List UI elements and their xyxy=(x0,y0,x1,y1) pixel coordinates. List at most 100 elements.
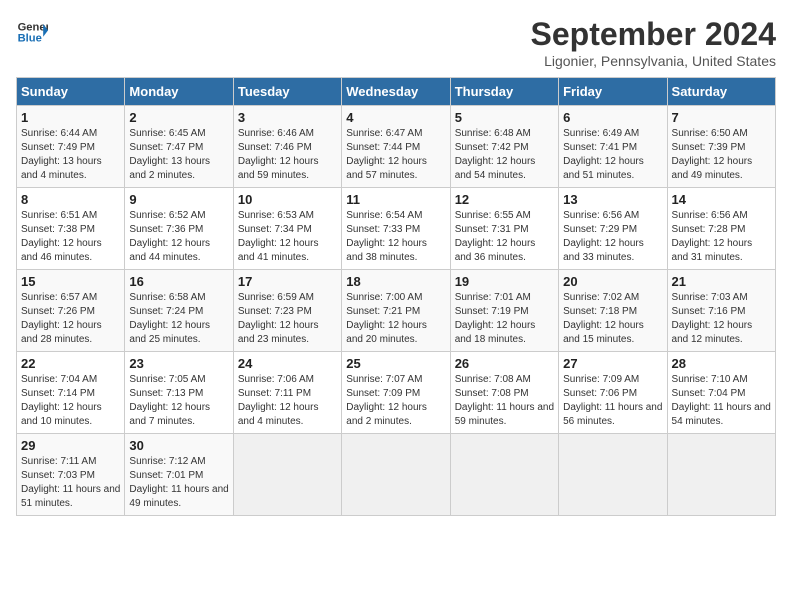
calendar-cell: 29 Sunrise: 7:11 AMSunset: 7:03 PMDaylig… xyxy=(17,434,125,516)
calendar-cell: 8 Sunrise: 6:51 AMSunset: 7:38 PMDayligh… xyxy=(17,188,125,270)
calendar-cell xyxy=(667,434,775,516)
day-info: Sunrise: 7:08 AMSunset: 7:08 PMDaylight:… xyxy=(455,374,554,427)
day-info: Sunrise: 6:48 AMSunset: 7:42 PMDaylight:… xyxy=(455,128,536,181)
day-header-friday: Friday xyxy=(559,78,667,106)
day-info: Sunrise: 7:12 AMSunset: 7:01 PMDaylight:… xyxy=(129,456,228,509)
day-info: Sunrise: 7:04 AMSunset: 7:14 PMDaylight:… xyxy=(21,374,102,427)
day-number: 8 xyxy=(21,192,120,207)
day-number: 18 xyxy=(346,274,445,289)
calendar-cell: 23 Sunrise: 7:05 AMSunset: 7:13 PMDaylig… xyxy=(125,352,233,434)
calendar-cell: 27 Sunrise: 7:09 AMSunset: 7:06 PMDaylig… xyxy=(559,352,667,434)
day-info: Sunrise: 6:44 AMSunset: 7:49 PMDaylight:… xyxy=(21,128,102,181)
day-info: Sunrise: 6:57 AMSunset: 7:26 PMDaylight:… xyxy=(21,292,102,345)
day-number: 15 xyxy=(21,274,120,289)
day-header-saturday: Saturday xyxy=(667,78,775,106)
day-info: Sunrise: 7:01 AMSunset: 7:19 PMDaylight:… xyxy=(455,292,536,345)
day-info: Sunrise: 7:06 AMSunset: 7:11 PMDaylight:… xyxy=(238,374,319,427)
day-info: Sunrise: 6:56 AMSunset: 7:28 PMDaylight:… xyxy=(672,210,753,263)
day-info: Sunrise: 7:05 AMSunset: 7:13 PMDaylight:… xyxy=(129,374,210,427)
calendar-cell: 19 Sunrise: 7:01 AMSunset: 7:19 PMDaylig… xyxy=(450,270,558,352)
day-info: Sunrise: 6:52 AMSunset: 7:36 PMDaylight:… xyxy=(129,210,210,263)
day-number: 20 xyxy=(563,274,662,289)
day-number: 22 xyxy=(21,356,120,371)
calendar-cell: 11 Sunrise: 6:54 AMSunset: 7:33 PMDaylig… xyxy=(342,188,450,270)
day-number: 10 xyxy=(238,192,337,207)
calendar-cell: 17 Sunrise: 6:59 AMSunset: 7:23 PMDaylig… xyxy=(233,270,341,352)
calendar-title: September 2024 xyxy=(531,16,776,53)
day-number: 16 xyxy=(129,274,228,289)
calendar-cell: 2 Sunrise: 6:45 AMSunset: 7:47 PMDayligh… xyxy=(125,106,233,188)
day-info: Sunrise: 6:46 AMSunset: 7:46 PMDaylight:… xyxy=(238,128,319,181)
day-number: 19 xyxy=(455,274,554,289)
day-info: Sunrise: 7:09 AMSunset: 7:06 PMDaylight:… xyxy=(563,374,662,427)
calendar-cell: 10 Sunrise: 6:53 AMSunset: 7:34 PMDaylig… xyxy=(233,188,341,270)
calendar-table: SundayMondayTuesdayWednesdayThursdayFrid… xyxy=(16,77,776,516)
page-header: General Blue September 2024 Ligonier, Pe… xyxy=(16,16,776,69)
calendar-cell xyxy=(450,434,558,516)
calendar-week-row: 22 Sunrise: 7:04 AMSunset: 7:14 PMDaylig… xyxy=(17,352,776,434)
day-info: Sunrise: 6:56 AMSunset: 7:29 PMDaylight:… xyxy=(563,210,644,263)
calendar-week-row: 15 Sunrise: 6:57 AMSunset: 7:26 PMDaylig… xyxy=(17,270,776,352)
day-number: 2 xyxy=(129,110,228,125)
calendar-cell: 21 Sunrise: 7:03 AMSunset: 7:16 PMDaylig… xyxy=(667,270,775,352)
day-number: 5 xyxy=(455,110,554,125)
day-header-sunday: Sunday xyxy=(17,78,125,106)
calendar-cell: 9 Sunrise: 6:52 AMSunset: 7:36 PMDayligh… xyxy=(125,188,233,270)
calendar-cell: 3 Sunrise: 6:46 AMSunset: 7:46 PMDayligh… xyxy=(233,106,341,188)
day-header-monday: Monday xyxy=(125,78,233,106)
calendar-cell: 5 Sunrise: 6:48 AMSunset: 7:42 PMDayligh… xyxy=(450,106,558,188)
day-number: 6 xyxy=(563,110,662,125)
calendar-week-row: 8 Sunrise: 6:51 AMSunset: 7:38 PMDayligh… xyxy=(17,188,776,270)
svg-text:Blue: Blue xyxy=(18,33,42,45)
day-number: 23 xyxy=(129,356,228,371)
calendar-subtitle: Ligonier, Pennsylvania, United States xyxy=(531,53,776,69)
calendar-cell: 18 Sunrise: 7:00 AMSunset: 7:21 PMDaylig… xyxy=(342,270,450,352)
day-number: 29 xyxy=(21,438,120,453)
logo-icon: General Blue xyxy=(16,16,48,48)
day-header-thursday: Thursday xyxy=(450,78,558,106)
day-number: 11 xyxy=(346,192,445,207)
calendar-week-row: 29 Sunrise: 7:11 AMSunset: 7:03 PMDaylig… xyxy=(17,434,776,516)
day-number: 17 xyxy=(238,274,337,289)
calendar-cell: 26 Sunrise: 7:08 AMSunset: 7:08 PMDaylig… xyxy=(450,352,558,434)
calendar-cell: 4 Sunrise: 6:47 AMSunset: 7:44 PMDayligh… xyxy=(342,106,450,188)
day-info: Sunrise: 7:07 AMSunset: 7:09 PMDaylight:… xyxy=(346,374,427,427)
day-info: Sunrise: 7:10 AMSunset: 7:04 PMDaylight:… xyxy=(672,374,771,427)
calendar-cell xyxy=(559,434,667,516)
header-row: SundayMondayTuesdayWednesdayThursdayFrid… xyxy=(17,78,776,106)
day-number: 30 xyxy=(129,438,228,453)
calendar-cell: 15 Sunrise: 6:57 AMSunset: 7:26 PMDaylig… xyxy=(17,270,125,352)
calendar-cell: 30 Sunrise: 7:12 AMSunset: 7:01 PMDaylig… xyxy=(125,434,233,516)
day-number: 14 xyxy=(672,192,771,207)
day-header-wednesday: Wednesday xyxy=(342,78,450,106)
day-info: Sunrise: 7:03 AMSunset: 7:16 PMDaylight:… xyxy=(672,292,753,345)
calendar-cell: 12 Sunrise: 6:55 AMSunset: 7:31 PMDaylig… xyxy=(450,188,558,270)
day-number: 21 xyxy=(672,274,771,289)
calendar-cell: 16 Sunrise: 6:58 AMSunset: 7:24 PMDaylig… xyxy=(125,270,233,352)
calendar-cell: 14 Sunrise: 6:56 AMSunset: 7:28 PMDaylig… xyxy=(667,188,775,270)
calendar-cell: 25 Sunrise: 7:07 AMSunset: 7:09 PMDaylig… xyxy=(342,352,450,434)
day-number: 28 xyxy=(672,356,771,371)
logo: General Blue xyxy=(16,16,48,48)
calendar-cell: 1 Sunrise: 6:44 AMSunset: 7:49 PMDayligh… xyxy=(17,106,125,188)
day-number: 9 xyxy=(129,192,228,207)
calendar-cell xyxy=(233,434,341,516)
calendar-cell xyxy=(342,434,450,516)
day-number: 7 xyxy=(672,110,771,125)
day-number: 27 xyxy=(563,356,662,371)
calendar-cell: 28 Sunrise: 7:10 AMSunset: 7:04 PMDaylig… xyxy=(667,352,775,434)
calendar-week-row: 1 Sunrise: 6:44 AMSunset: 7:49 PMDayligh… xyxy=(17,106,776,188)
day-info: Sunrise: 6:58 AMSunset: 7:24 PMDaylight:… xyxy=(129,292,210,345)
day-number: 12 xyxy=(455,192,554,207)
day-info: Sunrise: 6:50 AMSunset: 7:39 PMDaylight:… xyxy=(672,128,753,181)
day-info: Sunrise: 6:54 AMSunset: 7:33 PMDaylight:… xyxy=(346,210,427,263)
day-info: Sunrise: 6:53 AMSunset: 7:34 PMDaylight:… xyxy=(238,210,319,263)
day-number: 24 xyxy=(238,356,337,371)
day-info: Sunrise: 6:49 AMSunset: 7:41 PMDaylight:… xyxy=(563,128,644,181)
calendar-cell: 7 Sunrise: 6:50 AMSunset: 7:39 PMDayligh… xyxy=(667,106,775,188)
day-info: Sunrise: 6:51 AMSunset: 7:38 PMDaylight:… xyxy=(21,210,102,263)
day-info: Sunrise: 6:55 AMSunset: 7:31 PMDaylight:… xyxy=(455,210,536,263)
day-info: Sunrise: 7:11 AMSunset: 7:03 PMDaylight:… xyxy=(21,456,120,509)
title-block: September 2024 Ligonier, Pennsylvania, U… xyxy=(531,16,776,69)
calendar-cell: 22 Sunrise: 7:04 AMSunset: 7:14 PMDaylig… xyxy=(17,352,125,434)
